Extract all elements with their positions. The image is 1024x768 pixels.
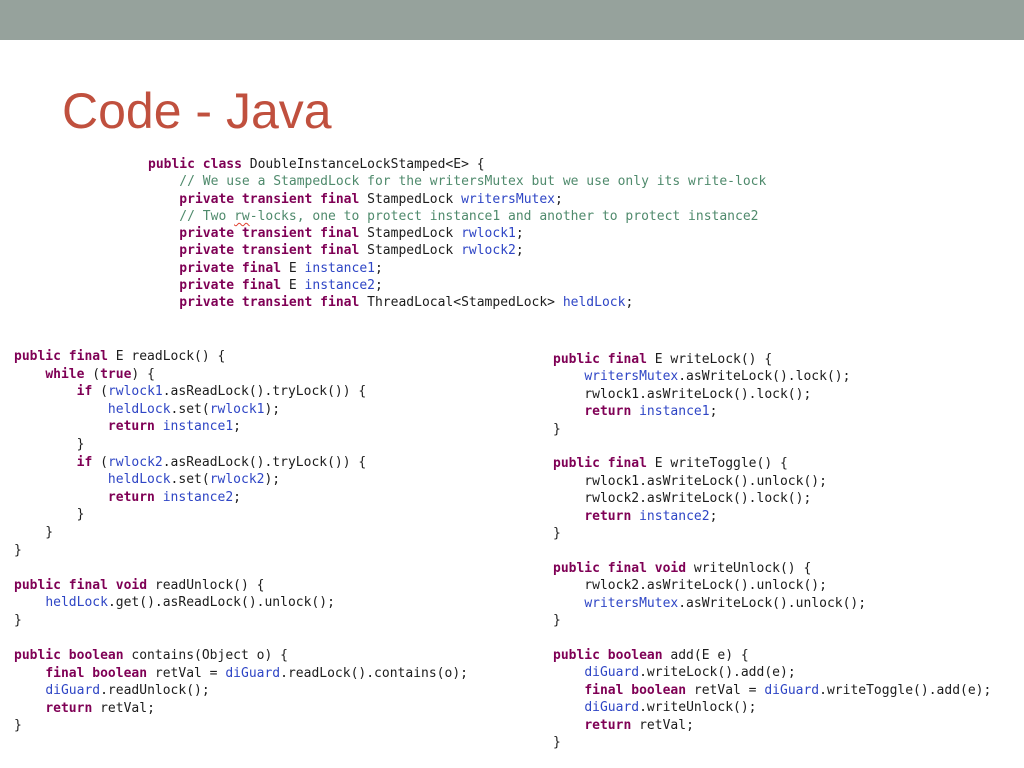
- code-line: writersMutex.asWriteLock().unlock();: [584, 595, 867, 611]
- class-declaration-code: public class DoubleInstanceLockStamped<E…: [148, 156, 766, 312]
- code-line: // We use a StampedLock for the writersM…: [148, 174, 767, 190]
- header-bar: [0, 0, 1024, 40]
- code-line: final boolean retVal = diGuard.writeTogg…: [584, 682, 992, 698]
- code-line: if (rwlock1.asReadLock().tryLock()) {: [76, 384, 367, 400]
- code-line: public class DoubleInstanceLockStamped<E…: [148, 157, 485, 172]
- code-line: rwlock2.asWriteLock().lock();: [553, 491, 812, 507]
- code-line: public boolean contains(Object o) {: [14, 648, 288, 664]
- code-line: return retVal;: [584, 717, 694, 733]
- code-line: return instance2;: [584, 508, 718, 524]
- code-line: public final E writeToggle() {: [553, 456, 788, 472]
- code-line: public boolean add(E e) {: [553, 647, 749, 663]
- code-line: }: [14, 507, 85, 523]
- code-line: diGuard.writeLock().add(e);: [584, 665, 796, 681]
- code-line: heldLock.set(rwlock2);: [107, 472, 281, 488]
- code-line: private transient final StampedLock rwlo…: [148, 226, 524, 242]
- code-line: diGuard.writeUnlock();: [584, 700, 757, 716]
- code-line: return retVal;: [45, 700, 155, 716]
- code-line: private transient final StampedLock rwlo…: [148, 243, 524, 259]
- code-line: heldLock.set(rwlock1);: [107, 401, 281, 417]
- code-line: private transient final StampedLock writ…: [148, 191, 563, 207]
- page-title: Code - Java: [62, 83, 332, 139]
- code-line: private final E instance2;: [148, 278, 383, 294]
- right-column-code: public final E writeLock() { writersMute…: [553, 351, 991, 751]
- code-line: }: [553, 526, 561, 542]
- code-line: diGuard.readUnlock();: [45, 683, 210, 699]
- code-line: final boolean retVal = diGuard.readLock(…: [45, 665, 468, 681]
- left-column-code: public final E readLock() { while (true)…: [14, 348, 468, 735]
- code-line: }: [14, 524, 54, 540]
- code-line: return instance1;: [584, 404, 718, 420]
- code-line: private transient final ThreadLocal<Stam…: [148, 295, 634, 311]
- code-line: }: [14, 718, 22, 734]
- code-line: rwlock2.asWriteLock().unlock();: [553, 578, 827, 594]
- code-line: if (rwlock2.asReadLock().tryLock()) {: [76, 454, 367, 470]
- code-line: heldLock.get().asReadLock().unlock();: [45, 595, 335, 611]
- code-line: while (true) {: [45, 366, 155, 382]
- code-line: public final void readUnlock() {: [14, 577, 265, 593]
- code-line: rwlock1.asWriteLock().unlock();: [553, 473, 827, 489]
- code-line: }: [553, 734, 561, 750]
- code-line: public final E writeLock() {: [553, 352, 773, 367]
- code-line: }: [14, 612, 22, 628]
- code-line: writersMutex.asWriteLock().lock();: [584, 369, 851, 385]
- code-line: public final void writeUnlock() {: [553, 560, 812, 576]
- code-line: }: [553, 613, 561, 629]
- code-line: return instance2;: [107, 489, 241, 505]
- code-line: }: [553, 421, 561, 437]
- code-line: return instance1;: [107, 419, 241, 435]
- code-line: // Two rw-locks, one to protect instance…: [148, 208, 759, 224]
- code-line: }: [14, 436, 85, 452]
- code-line: public final E readLock() {: [14, 349, 226, 364]
- code-line: private final E instance1;: [148, 260, 383, 276]
- code-line: rwlock1.asWriteLock().lock();: [553, 386, 812, 402]
- code-line: }: [14, 542, 22, 558]
